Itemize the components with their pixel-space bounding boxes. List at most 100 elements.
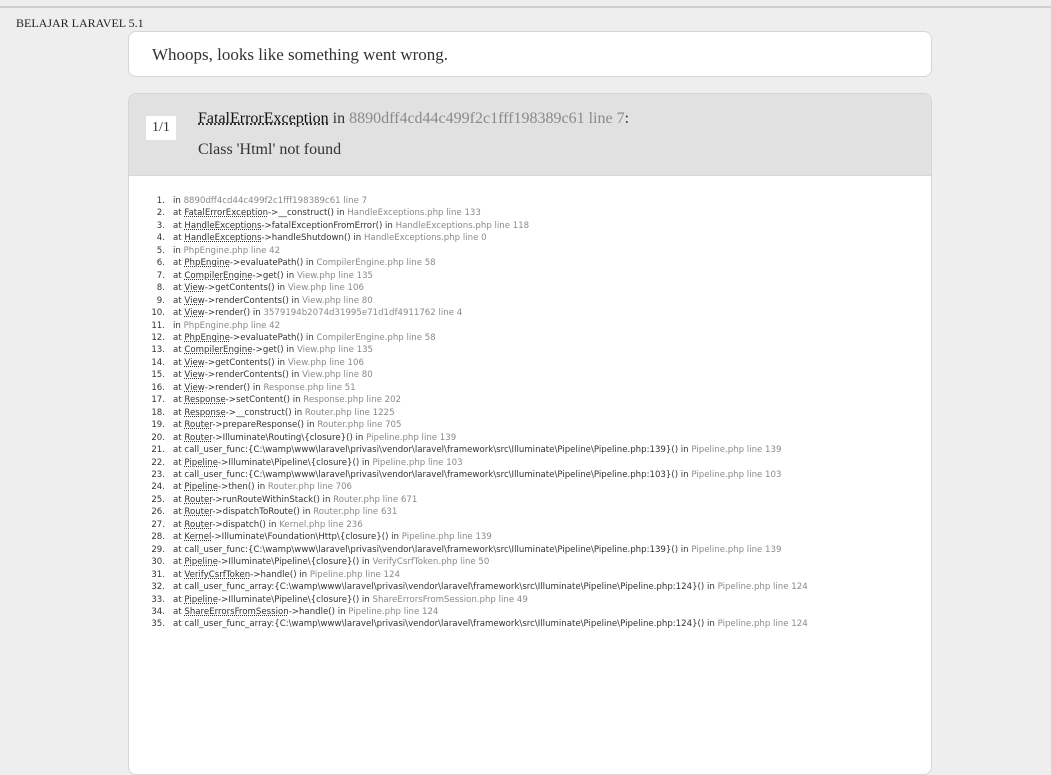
trace-number: 20. — [151, 432, 165, 443]
trace-class: FatalErrorException — [184, 208, 269, 219]
trace-call: ->Illuminate\Routing\{closure}() in — [212, 432, 364, 443]
trace-call: call_user_func:{C:\wamp\www\laravel\priv… — [184, 469, 689, 480]
trace-location: PhpEngine.php line 42 — [183, 320, 281, 331]
stack-trace-item: 20. at Router->Illuminate\Routing\{closur… — [145, 432, 915, 444]
trace-location: Router.php line 631 — [313, 507, 398, 518]
trace-number: 14. — [151, 357, 165, 368]
stack-trace-item: 22. at Pipeline->Illuminate\Pipeline\{clo… — [145, 457, 915, 469]
trace-call: call_user_func:{C:\wamp\www\laravel\priv… — [184, 544, 689, 555]
trace-call: ->render() in — [204, 382, 261, 393]
trace-call: ->dispatch() in — [212, 519, 277, 530]
trace-class: View — [184, 283, 205, 294]
trace-location: Response.php line 51 — [263, 382, 356, 393]
trace-class: Router — [184, 420, 213, 431]
trace-call: ->render() in — [204, 308, 261, 319]
exception-line: line 7 — [584, 110, 625, 127]
stack-trace-item: 2. at FatalErrorException->__construct() … — [145, 207, 915, 219]
trace-class: Response — [184, 407, 226, 418]
trace-number: 19. — [151, 420, 165, 431]
trace-prefix: at — [173, 382, 182, 393]
trace-number: 25. — [151, 494, 165, 505]
trace-number: 1. — [156, 196, 165, 206]
stack-trace-item: 13. at CompilerEngine->get() in View.php … — [145, 344, 915, 356]
trace-call: ->renderContents() in — [204, 295, 300, 306]
trace-prefix: at — [173, 345, 182, 356]
stack-trace-item: 24. at Pipeline->then() in Router.php lin… — [145, 481, 915, 493]
trace-location: Router.php line 1225 — [304, 407, 395, 418]
trace-prefix: at — [173, 332, 182, 343]
trace-number: 23. — [151, 469, 165, 480]
trace-prefix: in — [173, 196, 181, 206]
trace-location: Pipeline.php line 139 — [691, 544, 782, 555]
trace-location: 8890dff4cd44c499f2c1fff198389c61 line 7 — [183, 196, 368, 206]
trace-class: View — [184, 295, 205, 306]
trace-location: Router.php line 706 — [267, 482, 353, 493]
trace-prefix: at — [173, 557, 182, 568]
stack-trace-item: 5. in PhpEngine.php line 42 — [145, 245, 915, 257]
stack-trace-item: 15. at View->renderContents() in View.php… — [145, 369, 915, 381]
stack-trace-item: 11. in PhpEngine.php line 42 — [145, 320, 915, 332]
trace-location: View.php line 80 — [302, 370, 373, 381]
trace-call: ->runRouteWithinStack() in — [212, 494, 331, 505]
trace-prefix: at — [173, 457, 182, 468]
trace-class: CompilerEngine — [184, 345, 253, 356]
trace-class: View — [184, 382, 205, 393]
trace-location: HandleExceptions.php line 0 — [363, 233, 487, 244]
trace-location: Pipeline.php line 124 — [717, 619, 808, 630]
trace-number: 16. — [151, 382, 165, 393]
trace-location: 3579194b2074d31995e71d1df4911762 line 4 — [263, 308, 463, 319]
trace-prefix: at — [173, 208, 182, 219]
trace-number: 15. — [151, 370, 165, 381]
error-message-card: Whoops, looks like something went wrong. — [128, 31, 932, 77]
stack-trace-item: 30. at Pipeline->Illuminate\Pipeline\{clo… — [145, 556, 915, 568]
trace-location: Router.php line 705 — [317, 420, 402, 431]
trace-number: 9. — [156, 295, 165, 306]
exception-colon: : — [624, 110, 630, 127]
stack-trace-item: 35. at call_user_func_array:{C:\wamp\www\… — [145, 618, 915, 630]
trace-call: call_user_func_array:{C:\wamp\www\larave… — [184, 582, 715, 593]
stack-trace-item: 26. at Router->dispatchToRoute() in Route… — [145, 506, 915, 518]
trace-class: Pipeline — [184, 594, 219, 605]
stack-trace-item: 16. at View->render() in Response.php lin… — [145, 382, 915, 394]
trace-location: PhpEngine.php line 42 — [183, 245, 281, 256]
trace-location: View.php line 106 — [287, 357, 364, 368]
trace-number: 2. — [156, 208, 165, 219]
exception-file: 8890dff4cd44c499f2c1fff198389c61 — [349, 110, 585, 127]
stack-trace-item: 7. at CompilerEngine->get() in View.php l… — [145, 270, 915, 282]
trace-prefix: at — [173, 395, 182, 406]
trace-prefix: at — [173, 220, 182, 231]
trace-location: Response.php line 202 — [303, 395, 402, 406]
stack-trace-item: 8. at View->getContents() in View.php lin… — [145, 282, 915, 294]
trace-location: Router.php line 671 — [333, 494, 418, 505]
trace-call: ->getContents() in — [204, 283, 286, 294]
exception-class: FatalErrorException — [198, 110, 329, 127]
trace-prefix: at — [173, 619, 182, 630]
stack-trace-item: 10. at View->render() in 3579194b2074d319… — [145, 307, 915, 319]
trace-location: VerifyCsrfToken.php line 50 — [372, 557, 490, 568]
trace-prefix: in — [173, 320, 181, 331]
trace-call: ->prepareResponse() in — [212, 420, 315, 431]
trace-prefix: at — [173, 420, 182, 431]
stack-trace-item: 27. at Router->dispatch() in Kernel.php l… — [145, 519, 915, 531]
trace-call: call_user_func_array:{C:\wamp\www\larave… — [184, 619, 715, 630]
trace-location: View.php line 135 — [296, 345, 374, 356]
trace-call: ->then() in — [218, 482, 266, 493]
trace-number: 32. — [151, 582, 165, 593]
trace-prefix: at — [173, 507, 182, 518]
trace-number: 29. — [151, 544, 165, 555]
trace-class: PhpEngine — [184, 332, 230, 343]
trace-call: ->handle() in — [250, 569, 308, 580]
trace-class: View — [184, 370, 205, 381]
exception-in-word: in — [328, 110, 350, 127]
stack-trace-item: 3. at HandleExceptions->fatalExceptionFro… — [145, 220, 915, 232]
trace-call: call_user_func:{C:\wamp\www\laravel\priv… — [184, 445, 689, 456]
trace-location: Pipeline.php line 124 — [348, 606, 439, 617]
trace-prefix: at — [173, 407, 182, 418]
trace-number: 11. — [151, 320, 165, 331]
trace-location: Pipeline.php line 103 — [691, 469, 782, 480]
trace-call: ->__construct() in — [225, 407, 303, 418]
trace-prefix: at — [173, 494, 182, 505]
trace-location: Kernel.php line 236 — [279, 519, 363, 530]
stack-trace-item: 23. at call_user_func:{C:\wamp\www\larave… — [145, 469, 915, 481]
trace-call: ->Illuminate\Foundation\Http\{closure}()… — [211, 532, 400, 543]
